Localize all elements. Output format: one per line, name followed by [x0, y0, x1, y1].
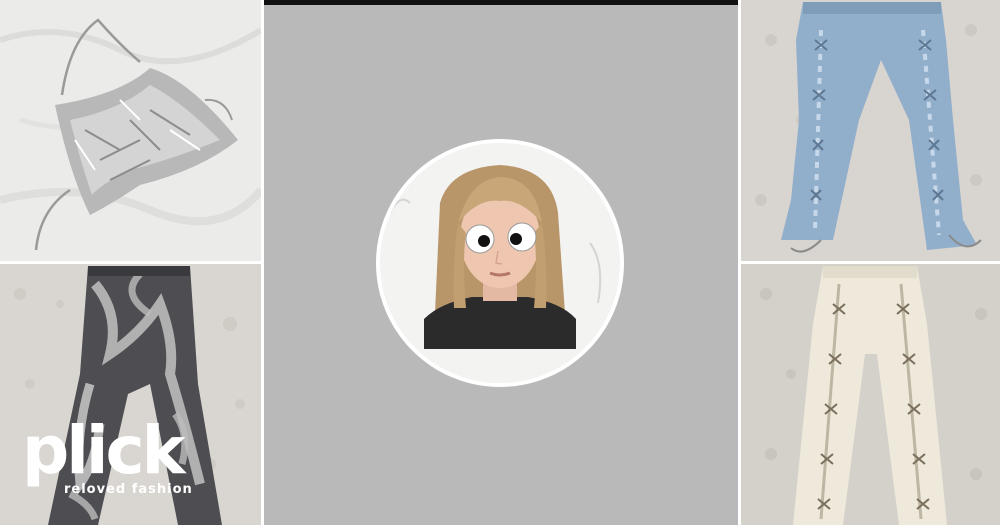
- product-tile-bleached-jeans[interactable]: plick reloved fashion: [0, 264, 261, 525]
- product-tile-blue-laceup-jeans[interactable]: [741, 0, 1000, 261]
- plick-logo: plick reloved fashion: [22, 412, 193, 498]
- profile-photo-googly-eyes: [380, 143, 620, 383]
- product-tile-cream-laceup-trousers[interactable]: [741, 264, 1000, 525]
- blue-laceup-jeans-image: [741, 0, 1000, 261]
- profile-panel: [264, 0, 738, 525]
- cream-laceup-trousers-image: [741, 264, 1000, 525]
- logo-wordmark: plick: [22, 412, 186, 489]
- profile-avatar[interactable]: [376, 139, 624, 387]
- product-tile-silver-top[interactable]: [0, 0, 261, 261]
- silver-chainmail-top-image: [0, 0, 261, 261]
- logo-tagline: reloved fashion: [64, 482, 193, 497]
- top-bar: [264, 0, 738, 5]
